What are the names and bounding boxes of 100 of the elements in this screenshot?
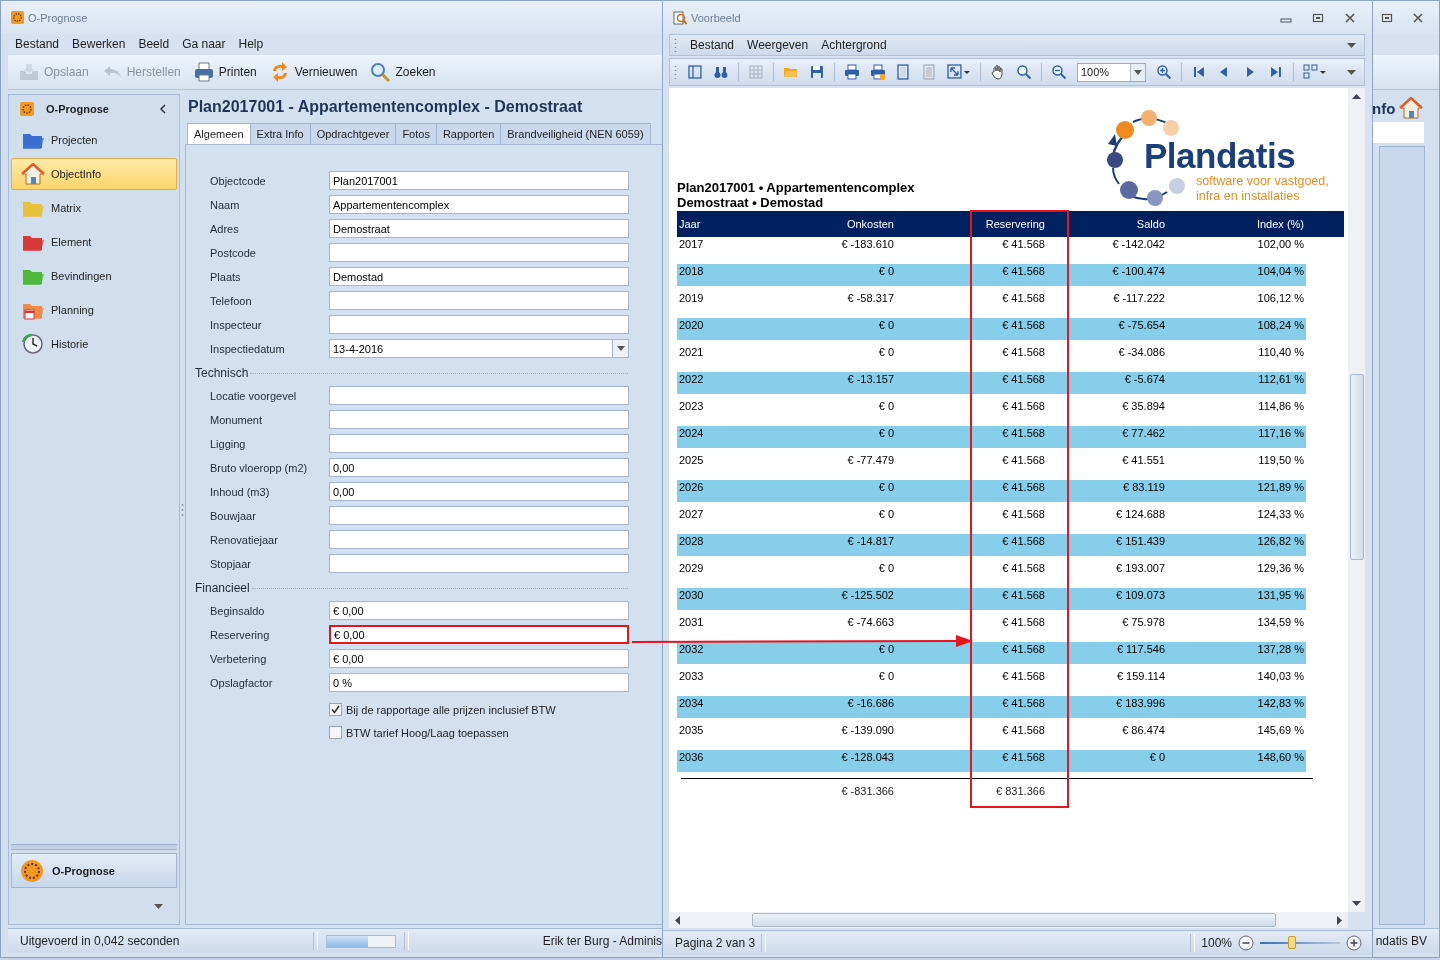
input-field[interactable] xyxy=(329,243,629,262)
menu-item[interactable]: Help xyxy=(238,37,264,51)
caret-icon[interactable] xyxy=(1347,69,1357,75)
table-cell-text: 2033 xyxy=(678,669,705,684)
menu-item[interactable]: Beeld xyxy=(138,37,170,51)
toolbar-button[interactable]: Vernieuwen xyxy=(266,61,360,83)
table-cell-text: € 41.568 xyxy=(1001,507,1046,522)
restore-icon[interactable] xyxy=(1381,11,1393,24)
tab[interactable]: Opdrachtgever xyxy=(309,123,397,144)
close-icon[interactable] xyxy=(1344,11,1356,24)
page-title: Plan2017001 - Appartementencomplex - Demostraat xyxy=(187,97,584,117)
menu-item[interactable]: Ga naar xyxy=(182,37,226,51)
zoom-combo[interactable]: 100% xyxy=(1076,62,1146,82)
vertical-scrollbar[interactable] xyxy=(1348,88,1365,912)
zoom-out-icon[interactable] xyxy=(1051,64,1067,80)
input-field[interactable] xyxy=(329,291,629,310)
horizontal-scrollbar[interactable] xyxy=(669,912,1348,928)
scroll-down-icon[interactable] xyxy=(1352,901,1361,906)
input-field[interactable] xyxy=(329,410,629,429)
binoculars-icon[interactable] xyxy=(712,64,729,80)
table-cell-text: 137,28 % xyxy=(1256,642,1305,657)
input-field[interactable] xyxy=(329,506,629,525)
nav-item[interactable]: Element xyxy=(11,226,177,258)
input-field[interactable]: € 0,00 xyxy=(329,601,629,620)
table-cell-text: € 109.073 xyxy=(1115,588,1166,603)
zoom-in-icon[interactable] xyxy=(1155,64,1172,80)
save-icon[interactable] xyxy=(808,64,825,80)
printer-icon[interactable] xyxy=(843,64,860,80)
input-field[interactable] xyxy=(329,434,629,453)
zoom-in-icon[interactable] xyxy=(1346,935,1362,951)
collapse-icon[interactable] xyxy=(159,104,167,114)
zoom-out-icon[interactable] xyxy=(1238,935,1254,951)
input-field[interactable]: Demostraat xyxy=(329,219,629,238)
zoom-slider[interactable] xyxy=(1260,935,1340,951)
house-icon xyxy=(21,163,45,185)
nav-item[interactable]: Bevindingen xyxy=(11,260,177,292)
checkbox[interactable] xyxy=(329,703,342,716)
page-icon[interactable] xyxy=(895,64,912,80)
nav-item[interactable]: ObjectInfo xyxy=(11,158,177,190)
input-field[interactable]: € 0,00 xyxy=(329,649,629,668)
scroll-up-icon[interactable] xyxy=(1352,94,1361,99)
tab[interactable]: Algemeen xyxy=(187,123,251,144)
input-field[interactable]: 0,00 xyxy=(329,458,629,477)
toolbar-button[interactable]: Printen xyxy=(190,61,259,83)
splitter-grip-icon[interactable] xyxy=(181,502,184,517)
layout-icon[interactable] xyxy=(1303,64,1328,80)
checkbox-label: BTW tarief Hoog/Laag toepassen xyxy=(346,726,509,739)
tray-icon xyxy=(18,61,40,83)
table-cell-text: 106,12 % xyxy=(1256,291,1305,306)
dropdown-icon[interactable] xyxy=(616,346,625,351)
resize-icon[interactable] xyxy=(947,64,972,80)
input-field[interactable]: Appartementencomplex xyxy=(329,195,629,214)
table-cell-text: € -58.317 xyxy=(846,291,895,306)
total-cell: € 831.366 xyxy=(996,785,1045,797)
menu-item[interactable]: Bestand xyxy=(15,37,60,51)
dropdown-icon[interactable] xyxy=(1133,69,1142,75)
input-field[interactable]: 0,00 xyxy=(329,482,629,501)
scroll-right-icon[interactable] xyxy=(1337,915,1342,925)
table-cell-text: 2020 xyxy=(678,318,705,333)
menu-item[interactable]: Bestand xyxy=(690,38,735,52)
module-button[interactable]: O-Prognose xyxy=(11,853,177,888)
magnifier-icon[interactable] xyxy=(1016,64,1032,80)
scroll-thumb[interactable] xyxy=(1350,374,1364,560)
tab[interactable]: Extra Info xyxy=(249,123,311,144)
checkbox[interactable] xyxy=(329,726,342,739)
scroll-thumb[interactable] xyxy=(752,913,1276,927)
app-icon xyxy=(11,11,24,24)
table-cell-text: € 41.551 xyxy=(1121,453,1166,468)
menu-item[interactable]: Bewerken xyxy=(72,37,126,51)
nav-item[interactable]: Matrix xyxy=(11,192,177,224)
table-cell-text: 112,61 % xyxy=(1257,372,1305,387)
restore-icon[interactable] xyxy=(1312,11,1324,24)
scroll-left-icon[interactable] xyxy=(675,915,680,925)
toolbar-button[interactable]: Zoeken xyxy=(367,61,438,83)
input-field[interactable] xyxy=(329,554,629,573)
input-field[interactable] xyxy=(329,315,629,334)
two-pane-icon[interactable] xyxy=(687,64,703,80)
tab[interactable]: Rapporten xyxy=(435,123,502,144)
table-cell-text: 2035 xyxy=(678,723,705,738)
input-field[interactable]: Plan2017001 xyxy=(329,171,629,190)
close-icon[interactable] xyxy=(1412,11,1424,24)
nav-item[interactable]: Projecten xyxy=(11,124,177,156)
input-field[interactable]: € 0,00 xyxy=(329,625,629,644)
date-field[interactable]: 13-4-2016 xyxy=(329,339,629,358)
tab[interactable]: Fotos xyxy=(395,123,437,144)
nav-item[interactable]: Historie xyxy=(11,328,177,360)
printer-icon[interactable] xyxy=(869,64,886,80)
caret-icon[interactable] xyxy=(154,903,163,909)
caret-icon[interactable] xyxy=(1347,42,1356,48)
field-label: Locatie voorgevel xyxy=(209,389,298,402)
input-field[interactable] xyxy=(329,386,629,405)
input-field[interactable] xyxy=(1373,122,1424,143)
table-cell-text: € -139.090 xyxy=(840,723,895,738)
tab[interactable]: Brandveiligheid (NEN 6059) xyxy=(500,123,651,144)
nav-item[interactable]: Planning xyxy=(11,294,177,326)
menu-item[interactable]: Weergeven xyxy=(747,38,809,52)
input-field[interactable] xyxy=(329,530,629,549)
input-field[interactable]: 0 % xyxy=(329,673,629,692)
input-field[interactable]: Demostad xyxy=(329,267,629,286)
menu-item[interactable]: Achtergrond xyxy=(821,38,887,52)
